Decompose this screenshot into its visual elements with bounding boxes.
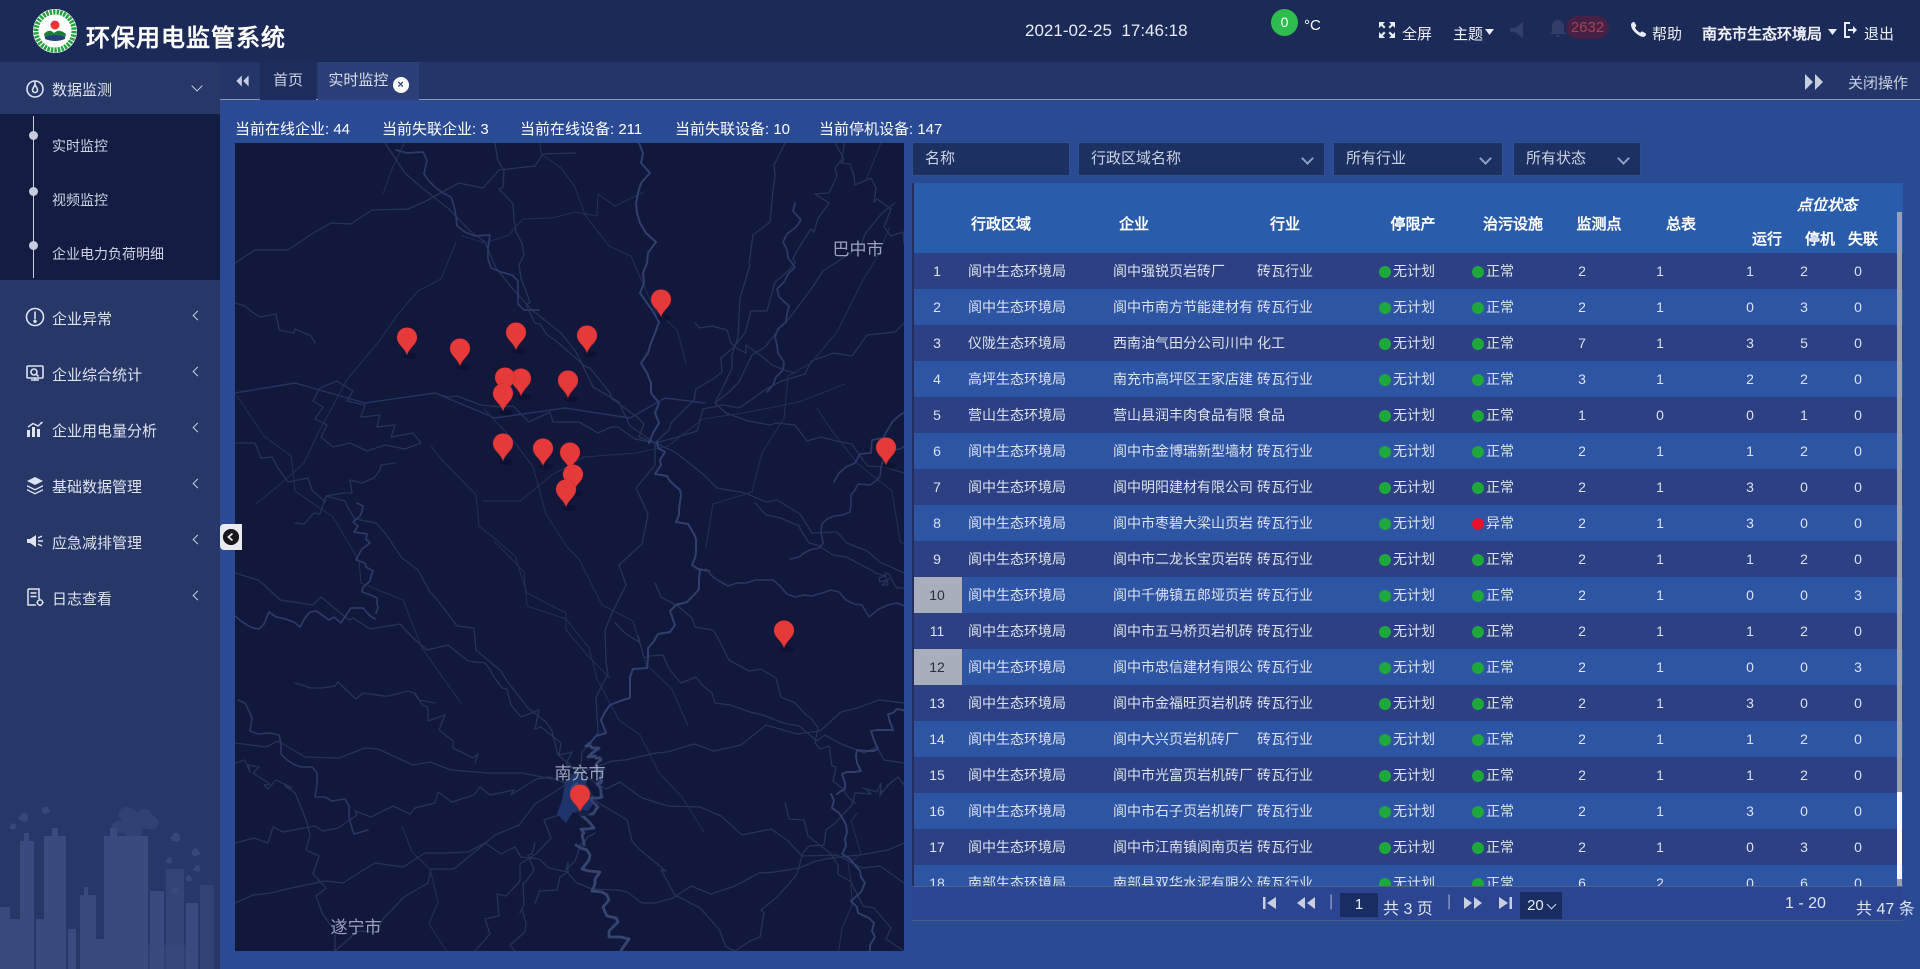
svg-text:遂宁市: 遂宁市 [331, 918, 382, 937]
svg-text:巴中市: 巴中市 [833, 240, 884, 259]
svg-text:南充市: 南充市 [555, 764, 606, 783]
